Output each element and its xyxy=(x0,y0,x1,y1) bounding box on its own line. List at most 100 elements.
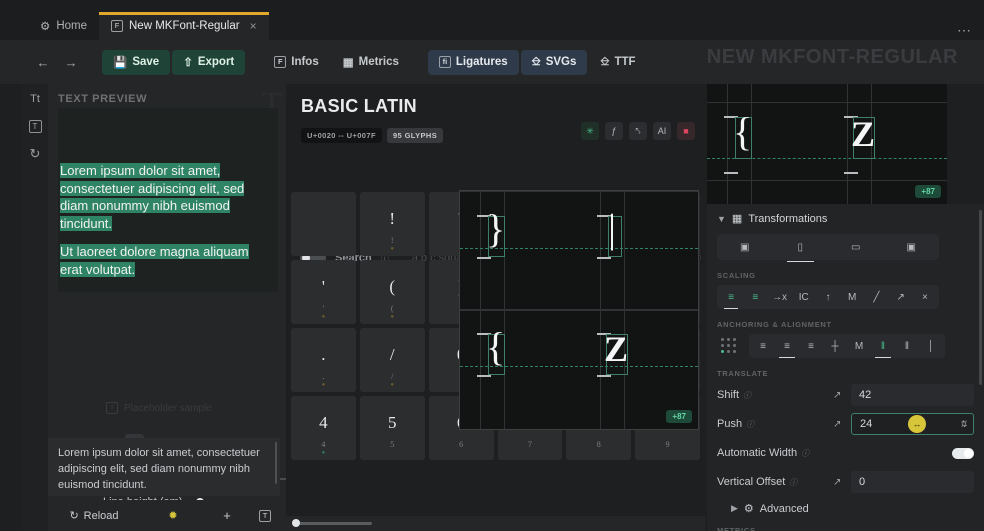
glyph-grid-scrollbar[interactable] xyxy=(286,516,705,531)
tab-svgs[interactable]: ⎒ SVGs xyxy=(520,49,588,75)
reload-icon[interactable]: ↻ xyxy=(26,145,44,163)
align-bottom-icon[interactable]: ≡ xyxy=(799,336,823,356)
align-middle-icon[interactable]: ≡ xyxy=(775,336,799,358)
anchor-dot-6[interactable] xyxy=(721,350,724,353)
shift-info-icon[interactable]: ⓘ xyxy=(743,390,751,401)
anchor-dot-3[interactable] xyxy=(721,344,724,347)
right-panel-scrollbar[interactable] xyxy=(979,210,982,385)
editor-glyph-3[interactable]: Z xyxy=(604,331,628,367)
shift-input[interactable]: 42 xyxy=(851,384,974,406)
tab-transform-all-icon[interactable]: ▣ xyxy=(717,234,773,260)
glyph-cell[interactable] xyxy=(291,192,356,256)
anchor-dot-1[interactable] xyxy=(727,338,730,341)
push-spinner-icon[interactable]: ⇅ xyxy=(959,419,967,430)
anchor-dot-5[interactable] xyxy=(733,344,736,347)
save-button[interactable]: 💾 Save xyxy=(102,49,171,75)
glyph-cell[interactable]: 55 xyxy=(359,396,425,460)
italic-transform-icon[interactable]: ƒ xyxy=(605,122,623,140)
vertical-offset-input[interactable]: 0 xyxy=(851,471,974,493)
forward-button[interactable]: → xyxy=(58,50,84,74)
transformations-header[interactable]: ▼ ▦ Transformations xyxy=(717,212,974,226)
tab-infos[interactable]: F Infos xyxy=(263,50,329,75)
preview-glyph-1[interactable]: Z xyxy=(851,116,875,152)
align-v-line-icon[interactable]: │ xyxy=(919,336,943,356)
preview-glyph-0[interactable]: { xyxy=(733,112,752,152)
glyph-cell[interactable]: / / ● xyxy=(359,328,425,392)
window-menu-icon[interactable]: ⋯ xyxy=(957,22,972,39)
anchor-dot-0[interactable] xyxy=(721,338,724,341)
automatic-width-label: Automatic Width xyxy=(717,447,798,459)
textarea-scrollbar[interactable] xyxy=(275,442,277,484)
automatic-width-info-icon[interactable]: ⓘ xyxy=(801,448,809,459)
tab-new-mkfont-regular[interactable]: F New MKFont-Regular × xyxy=(99,12,269,40)
grid-scroll-track[interactable] xyxy=(292,519,372,528)
shift-value: 42 xyxy=(859,389,872,401)
scale-vertical-icon[interactable]: ≡ xyxy=(744,287,766,307)
close-icon[interactable]: × xyxy=(250,19,257,33)
magic-wand-icon[interactable]: ✳ xyxy=(581,122,599,140)
text-box-icon[interactable]: T xyxy=(28,120,42,133)
tab-metrics[interactable]: ▦ Metrics xyxy=(332,50,410,75)
vertical-offset-link-icon[interactable]: ↗ xyxy=(833,477,851,488)
glyph-cell[interactable]: ((● xyxy=(359,260,425,324)
scale-em-icon[interactable]: M xyxy=(841,287,863,307)
tab-transform-horizontal-icon[interactable]: ▭ xyxy=(828,234,884,260)
scale-slant-icon[interactable]: ╱ xyxy=(865,287,887,307)
shift-label: Shift xyxy=(717,389,740,401)
align-cross-icon[interactable]: ┼ xyxy=(823,336,847,356)
text-format-button[interactable]: T xyxy=(248,505,282,527)
editor-glyph-1[interactable]: | xyxy=(608,209,616,249)
reload-button[interactable]: ↻ Reload xyxy=(48,505,140,527)
tab-ligatures[interactable]: fi Ligatures xyxy=(427,49,519,75)
shift-link-icon[interactable]: ↗ xyxy=(833,390,851,401)
glyph-cell[interactable]: 4 4 ● xyxy=(291,396,356,460)
tab-transform-single-icon[interactable]: ▣ xyxy=(884,234,940,260)
glyph-preview-panel[interactable]: { Z +87 xyxy=(707,84,947,204)
automatic-width-toggle[interactable] xyxy=(952,447,974,459)
export-glyph-icon[interactable]: ⤣ xyxy=(629,122,647,140)
font-name-watermark: NEW MKFONT-REGULAR xyxy=(706,46,958,68)
anchor-dot-8[interactable] xyxy=(733,350,736,353)
anchor-dot-2[interactable] xyxy=(733,338,736,341)
editor-glyph-2[interactable]: { xyxy=(486,327,505,367)
grid-scroll-knob[interactable] xyxy=(292,519,300,528)
tab-transform-vertical-icon[interactable]: ▯ xyxy=(773,234,829,262)
glyph-cell[interactable]: .. ● xyxy=(291,328,356,392)
advanced-section[interactable]: ▶ ⚙ Advanced xyxy=(731,502,974,516)
chevron-down-icon[interactable]: ▼ xyxy=(717,214,726,224)
text-tool-icon[interactable]: Tt xyxy=(26,90,44,108)
editor-glyph-0[interactable]: } xyxy=(486,209,505,249)
ai-icon[interactable]: AI xyxy=(653,122,671,140)
glyph-cell[interactable]: ' ' ● xyxy=(291,260,356,324)
push-link-icon[interactable]: ↗ xyxy=(833,419,851,430)
scale-x-icon[interactable]: →x xyxy=(768,287,790,307)
tab-home[interactable]: ⚙ Home xyxy=(28,12,99,40)
add-button[interactable]: + xyxy=(206,505,248,527)
push-input[interactable]: 24 ↔ ⇅ xyxy=(851,413,974,435)
align-h-center-icon[interactable]: ‖ xyxy=(871,336,895,358)
chevron-right-icon[interactable]: ▶ xyxy=(731,503,738,514)
align-top-icon[interactable]: ≡ xyxy=(751,336,775,356)
glyph-cell[interactable]: !! ● xyxy=(359,192,425,256)
delete-icon[interactable]: ■ xyxy=(677,122,695,140)
preview-ghost-label: f Placeholder sample xyxy=(106,402,212,414)
anchor-dot-7[interactable] xyxy=(727,350,730,353)
tab-ttf[interactable]: ⎒ TTF xyxy=(589,50,646,75)
back-button[interactable]: ← xyxy=(30,50,56,74)
star-button[interactable]: ✹ xyxy=(140,505,206,527)
scale-height-icon[interactable]: ↑ xyxy=(817,287,839,307)
anchor-point-picker[interactable] xyxy=(717,336,741,356)
glyph-editor-overlay[interactable]: } | { Z +87 xyxy=(459,190,699,430)
anchor-dot-4[interactable] xyxy=(727,344,730,347)
export-button[interactable]: ⇧ Export xyxy=(172,49,246,75)
scale-expand-icon[interactable]: ↗ xyxy=(890,287,912,307)
scale-capheight-icon[interactable]: IC xyxy=(793,287,815,307)
drag-handle-icon[interactable]: ↔ xyxy=(908,415,926,433)
scale-reset-icon[interactable]: × xyxy=(914,287,936,307)
push-info-icon[interactable]: ⓘ xyxy=(746,419,754,430)
align-em-icon[interactable]: M xyxy=(847,336,871,356)
vertical-offset-info-icon[interactable]: ⓘ xyxy=(789,477,797,488)
scale-uniform-icon[interactable]: ≡ xyxy=(720,287,742,309)
align-h-spread-icon[interactable]: ‖ xyxy=(895,336,919,356)
preview-textarea[interactable]: Lorem ipsum dolor sit amet, consectetuer… xyxy=(48,438,280,496)
